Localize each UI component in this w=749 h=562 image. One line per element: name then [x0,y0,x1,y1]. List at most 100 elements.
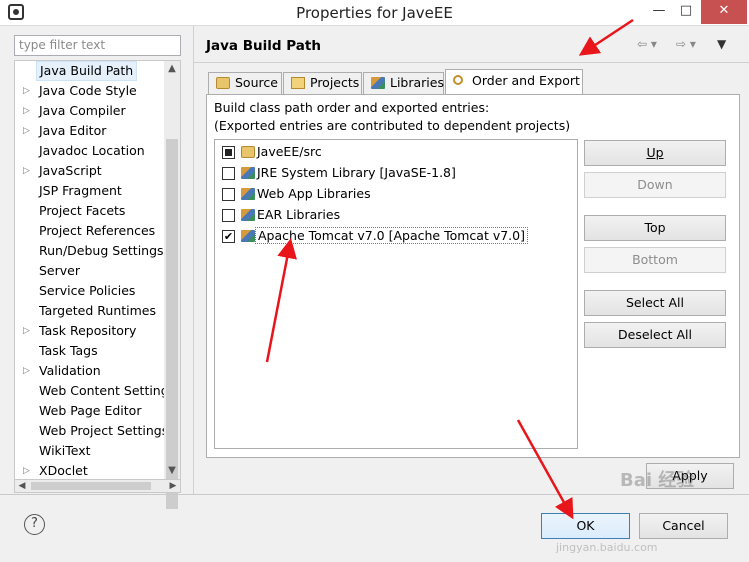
title-bar: Properties for JaveEE — □ ✕ [0,0,749,26]
entry-label: Web App Libraries [257,186,371,201]
libraries-icon [371,77,385,89]
expand-arrow-icon[interactable]: ▷ [23,81,33,101]
property-tree: Java Build Path ▷ Java Code Style ▷ Java C… [14,60,181,480]
entry-label: EAR Libraries [257,207,341,222]
entry-label: JaveEE/src [257,144,322,159]
tree-item-label: JavaScript [39,163,102,178]
bottom-button[interactable]: Bottom [584,247,726,273]
tree-item-label: Java Editor [39,123,107,138]
back-arrow-icon[interactable]: ⇦ ▾ [637,37,657,55]
minimize-button[interactable]: — [644,0,674,24]
tab-source[interactable]: Source [208,72,282,94]
tree-horizontal-scrollbar[interactable]: ◀ ▶ [14,479,181,493]
tree-item-label: XDoclet [39,463,88,478]
select-all-button[interactable]: Select All [584,290,726,316]
scroll-up-icon[interactable]: ▲ [164,61,180,77]
view-menu-icon[interactable]: ▼ [717,37,726,55]
tree-item-label: Run/Debug Settings [39,243,164,258]
export-checkbox[interactable] [222,188,235,201]
deselect-all-button[interactable]: Deselect All [584,322,726,348]
tree-item-label: Java Code Style [39,83,137,98]
tree-item-label: Java Compiler [39,103,126,118]
tab-projects[interactable]: Projects [283,72,362,94]
tab-label: Libraries [390,75,444,90]
watermark-url: jingyan.baidu.com [556,541,658,554]
top-button[interactable]: Top [584,215,726,241]
tree-item-label: Task Tags [39,343,98,358]
panel-description: Build class path order and exported entr… [214,100,490,115]
list-item[interactable]: JRE System Library [JavaSE-1.8] [215,163,577,183]
tab-order-and-export[interactable]: Order and Export [445,69,583,95]
button-label: Deselect All [618,327,692,342]
tree-item-label: Java Build Path [36,61,138,81]
button-label: Top [644,220,666,235]
list-item[interactable]: Web App Libraries [215,184,577,204]
button-label: Down [637,177,673,192]
expand-arrow-icon[interactable]: ▷ [23,121,33,141]
tab-libraries[interactable]: Libraries [363,72,444,94]
scroll-left-icon[interactable]: ◀ [15,480,29,492]
footer-divider [0,494,749,495]
expand-arrow-icon[interactable]: ▷ [23,361,33,381]
scroll-down-icon[interactable]: ▼ [164,463,180,479]
button-label: Bottom [632,252,678,267]
list-item[interactable]: JaveEE/src [215,142,577,162]
window-title: Properties for JaveEE [296,4,453,22]
tree-item-label: Project Facets [39,203,126,218]
filter-input[interactable]: type filter text [14,35,181,56]
up-button[interactable]: Up [584,140,726,166]
source-folder-icon [216,77,230,89]
pane-divider[interactable] [193,26,194,494]
list-item[interactable]: ✔ Apache Tomcat v7.0 [Apache Tomcat v7.0… [215,226,577,246]
tree-vertical-scrollbar[interactable]: ▲ ▼ [164,61,180,509]
forward-arrow-icon[interactable]: ⇨ ▾ [676,37,696,55]
ok-button[interactable]: OK [541,513,630,539]
library-icon [241,188,255,200]
tree-item-label: Web Project Settings [39,423,169,438]
tree-item-label: WikiText [39,443,91,458]
scroll-thumb[interactable] [31,482,151,490]
export-checkbox[interactable] [222,167,235,180]
projects-icon [291,77,305,89]
list-item[interactable]: EAR Libraries [215,205,577,225]
library-icon [241,209,255,221]
tree-item-label: Task Repository [39,323,137,338]
tree-item-label: Targeted Runtimes [39,303,156,318]
tree-item-label: Web Content Settings [39,383,176,398]
scroll-thumb[interactable] [166,139,178,509]
expand-arrow-icon[interactable]: ▷ [23,101,33,121]
tree-item-label: Server [39,263,80,278]
tab-label: Projects [310,75,360,90]
entry-label: JRE System Library [JavaSE-1.8] [257,165,456,180]
entry-label: Apache Tomcat v7.0 [Apache Tomcat v7.0] [255,227,528,244]
order-export-icon [453,75,463,85]
scroll-right-icon[interactable]: ▶ [166,480,180,492]
tree-item-label: Web Page Editor [39,403,142,418]
button-label: Up [646,145,664,160]
classpath-entries-list: JaveEE/src JRE System Library [JavaSE-1.… [214,139,578,449]
export-checkbox[interactable] [222,209,235,222]
export-checkbox[interactable] [222,146,235,159]
expand-arrow-icon[interactable]: ▷ [23,321,33,341]
page-title: Java Build Path [206,38,321,54]
watermark-logo: Bai 经验 [620,470,695,491]
down-button[interactable]: Down [584,172,726,198]
tab-label: Order and Export [472,73,580,88]
panel-description-note: (Exported entries are contributed to dep… [214,118,571,133]
cancel-button[interactable]: Cancel [639,513,728,539]
close-button[interactable]: ✕ [701,0,747,24]
tree-item-label: Validation [39,363,101,378]
tab-label: Source [235,75,278,90]
expand-arrow-icon[interactable]: ▷ [23,461,33,479]
source-folder-icon [241,146,255,158]
tree-item-label: JSP Fragment [39,183,122,198]
button-label: Select All [625,295,685,310]
expand-arrow-icon[interactable]: ▷ [23,161,33,181]
tree-item-label: Service Policies [39,283,136,298]
maximize-button[interactable]: □ [671,0,701,24]
tree-item-label: Javadoc Location [39,143,145,158]
help-icon[interactable]: ? [24,514,45,535]
export-checkbox[interactable]: ✔ [222,230,235,243]
tree-item-label: Project References [39,223,156,238]
header-divider [194,62,749,63]
